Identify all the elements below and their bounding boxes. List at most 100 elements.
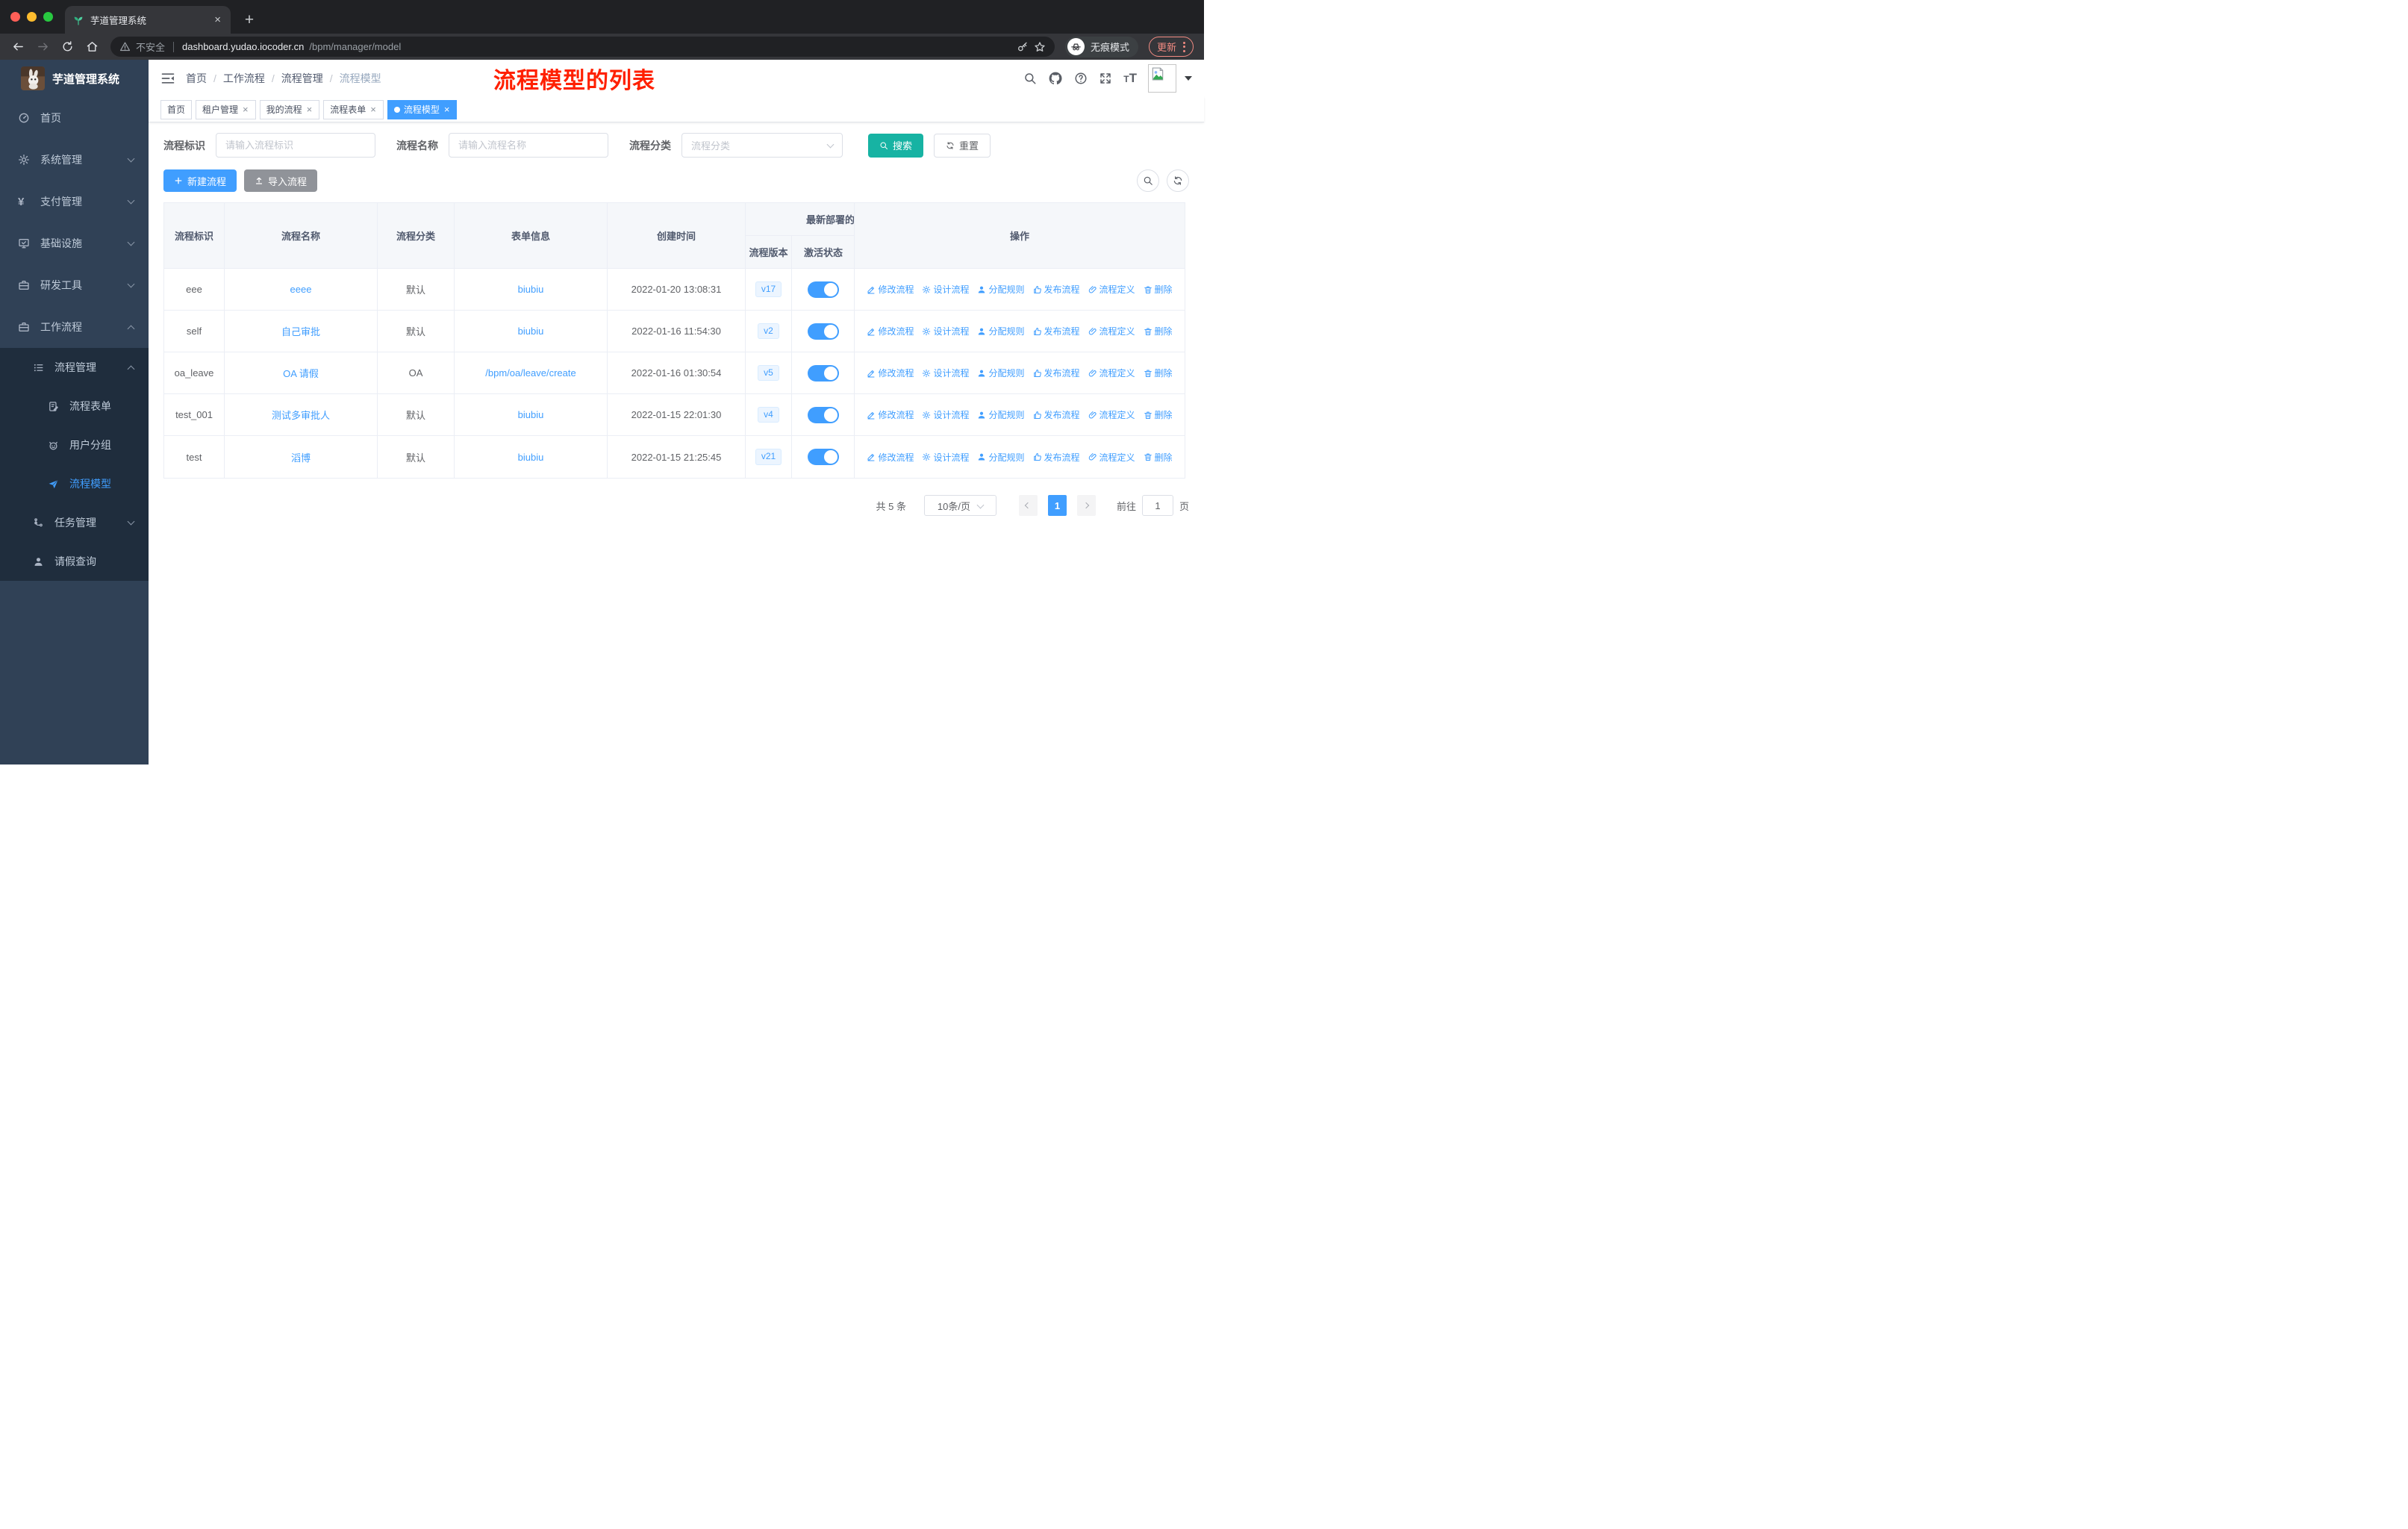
design-process-link[interactable]: 设计流程 — [922, 408, 969, 421]
process-key-input[interactable] — [216, 133, 375, 158]
search-button[interactable]: 搜索 — [868, 133, 924, 158]
home-icon[interactable] — [81, 40, 103, 53]
refresh-table-button[interactable] — [1167, 169, 1189, 192]
form-info-link[interactable]: biubiu — [518, 284, 544, 295]
app-logo[interactable]: 芋道管理系统 — [0, 60, 149, 97]
page-number-current[interactable]: 1 — [1047, 495, 1067, 516]
reload-icon[interactable] — [57, 40, 78, 53]
publish-process-link[interactable]: 发布流程 — [1033, 408, 1080, 421]
edit-process-link[interactable]: 修改流程 — [867, 283, 914, 296]
browser-menu-icon[interactable] — [1183, 41, 1185, 52]
tag-close-icon[interactable]: × — [242, 104, 249, 115]
key-icon[interactable] — [1017, 41, 1029, 53]
create-process-button[interactable]: 新建流程 — [163, 169, 237, 192]
window-close-button[interactable] — [10, 12, 20, 22]
process-definition-link[interactable]: 流程定义 — [1088, 451, 1135, 464]
delete-process-link[interactable]: 删除 — [1144, 408, 1173, 421]
sidebar-item-dev-tools[interactable]: 研发工具 — [0, 264, 149, 306]
form-info-link[interactable]: biubiu — [518, 326, 544, 337]
sidebar-item-process-management[interactable]: 流程管理 — [0, 348, 149, 387]
help-icon[interactable] — [1074, 72, 1088, 85]
sidebar-item-home[interactable]: 首页 — [0, 97, 149, 139]
breadcrumb-item[interactable]: 流程管理 — [281, 71, 323, 86]
address-bar[interactable]: 不安全 dashboard.yudao.iocoder.cn/bpm/manag… — [110, 37, 1055, 57]
fullscreen-icon[interactable] — [1099, 72, 1112, 85]
goto-page-input[interactable] — [1141, 495, 1173, 516]
delete-process-link[interactable]: 删除 — [1144, 325, 1173, 337]
sidebar-item-leave-query[interactable]: 请假查询 — [0, 542, 149, 581]
github-icon[interactable] — [1048, 71, 1063, 86]
process-category-select[interactable]: 流程分类 — [681, 133, 843, 158]
not-secure-icon[interactable] — [119, 41, 131, 52]
process-name-input[interactable] — [449, 133, 608, 158]
process-name-link[interactable]: 测试多审批人 — [272, 408, 330, 422]
avatar[interactable] — [1148, 64, 1176, 93]
process-name-link[interactable]: OA 请假 — [283, 366, 319, 380]
form-info-link[interactable]: biubiu — [518, 452, 544, 463]
active-switch[interactable] — [808, 281, 839, 298]
assign-rule-link[interactable]: 分配规则 — [977, 283, 1025, 296]
tab-process-form[interactable]: 流程表单 × — [323, 99, 384, 119]
new-tab-button[interactable]: + — [240, 11, 259, 29]
process-definition-link[interactable]: 流程定义 — [1088, 325, 1135, 337]
edit-process-link[interactable]: 修改流程 — [867, 451, 914, 464]
edit-process-link[interactable]: 修改流程 — [867, 367, 914, 379]
publish-process-link[interactable]: 发布流程 — [1033, 325, 1080, 337]
publish-process-link[interactable]: 发布流程 — [1033, 451, 1080, 464]
breadcrumb-item[interactable]: 首页 — [186, 71, 207, 86]
window-zoom-button[interactable] — [43, 12, 53, 22]
window-minimize-button[interactable] — [27, 12, 37, 22]
process-definition-link[interactable]: 流程定义 — [1088, 283, 1135, 296]
delete-process-link[interactable]: 删除 — [1144, 451, 1173, 464]
process-definition-link[interactable]: 流程定义 — [1088, 367, 1135, 379]
import-process-button[interactable]: 导入流程 — [244, 169, 318, 192]
tab-tenant-management[interactable]: 租户管理 × — [196, 99, 256, 119]
tab-home[interactable]: 首页 — [160, 99, 193, 119]
publish-process-link[interactable]: 发布流程 — [1033, 283, 1080, 296]
sidebar-item-user-group[interactable]: 用户分组 — [0, 426, 149, 464]
prev-page-button[interactable] — [1018, 495, 1038, 516]
sidebar-item-infrastructure[interactable]: 基础设施 — [0, 222, 149, 264]
sidebar-item-system-management[interactable]: 系统管理 — [0, 139, 149, 181]
next-page-button[interactable] — [1076, 495, 1096, 516]
update-button[interactable]: 更新 — [1148, 37, 1194, 57]
forward-icon[interactable] — [32, 40, 54, 53]
assign-rule-link[interactable]: 分配规则 — [977, 408, 1025, 421]
tab-process-model[interactable]: 流程模型 × — [387, 99, 458, 119]
process-name-link[interactable]: 滔博 — [291, 450, 311, 464]
design-process-link[interactable]: 设计流程 — [922, 325, 969, 337]
tag-close-icon[interactable]: × — [369, 104, 377, 115]
active-switch[interactable] — [808, 323, 839, 340]
back-icon[interactable] — [7, 40, 29, 53]
font-size-icon[interactable]: TT — [1123, 71, 1137, 86]
active-switch[interactable] — [808, 364, 839, 382]
assign-rule-link[interactable]: 分配规则 — [977, 451, 1025, 464]
sidebar-item-workflow[interactable]: 工作流程 — [0, 306, 149, 348]
delete-process-link[interactable]: 删除 — [1144, 367, 1173, 379]
assign-rule-link[interactable]: 分配规则 — [977, 325, 1025, 337]
sidebar-item-payment-management[interactable]: ¥ 支付管理 — [0, 181, 149, 222]
form-info-link[interactable]: biubiu — [518, 409, 544, 420]
design-process-link[interactable]: 设计流程 — [922, 367, 969, 379]
browser-tab[interactable]: 芋道管理系统 × — [65, 6, 231, 34]
sidebar-item-process-form[interactable]: 流程表单 — [0, 387, 149, 426]
reset-button[interactable]: 重置 — [934, 133, 991, 158]
edit-process-link[interactable]: 修改流程 — [867, 408, 914, 421]
bookmark-star-icon[interactable] — [1034, 41, 1046, 53]
design-process-link[interactable]: 设计流程 — [922, 451, 969, 464]
delete-process-link[interactable]: 删除 — [1144, 283, 1173, 296]
assign-rule-link[interactable]: 分配规则 — [977, 367, 1025, 379]
publish-process-link[interactable]: 发布流程 — [1033, 367, 1080, 379]
avatar-caret-icon[interactable] — [1185, 76, 1192, 81]
design-process-link[interactable]: 设计流程 — [922, 283, 969, 296]
page-size-select[interactable]: 10条/页 — [923, 495, 996, 516]
tab-close-icon[interactable]: × — [212, 13, 223, 26]
process-name-link[interactable]: eeee — [290, 284, 312, 295]
form-info-link[interactable]: /bpm/oa/leave/create — [485, 367, 576, 379]
tag-close-icon[interactable]: × — [306, 104, 314, 115]
process-definition-link[interactable]: 流程定义 — [1088, 408, 1135, 421]
active-switch[interactable] — [808, 406, 839, 423]
edit-process-link[interactable]: 修改流程 — [867, 325, 914, 337]
sidebar-item-task-management[interactable]: 任务管理 — [0, 503, 149, 542]
header-search-icon[interactable] — [1023, 72, 1037, 85]
